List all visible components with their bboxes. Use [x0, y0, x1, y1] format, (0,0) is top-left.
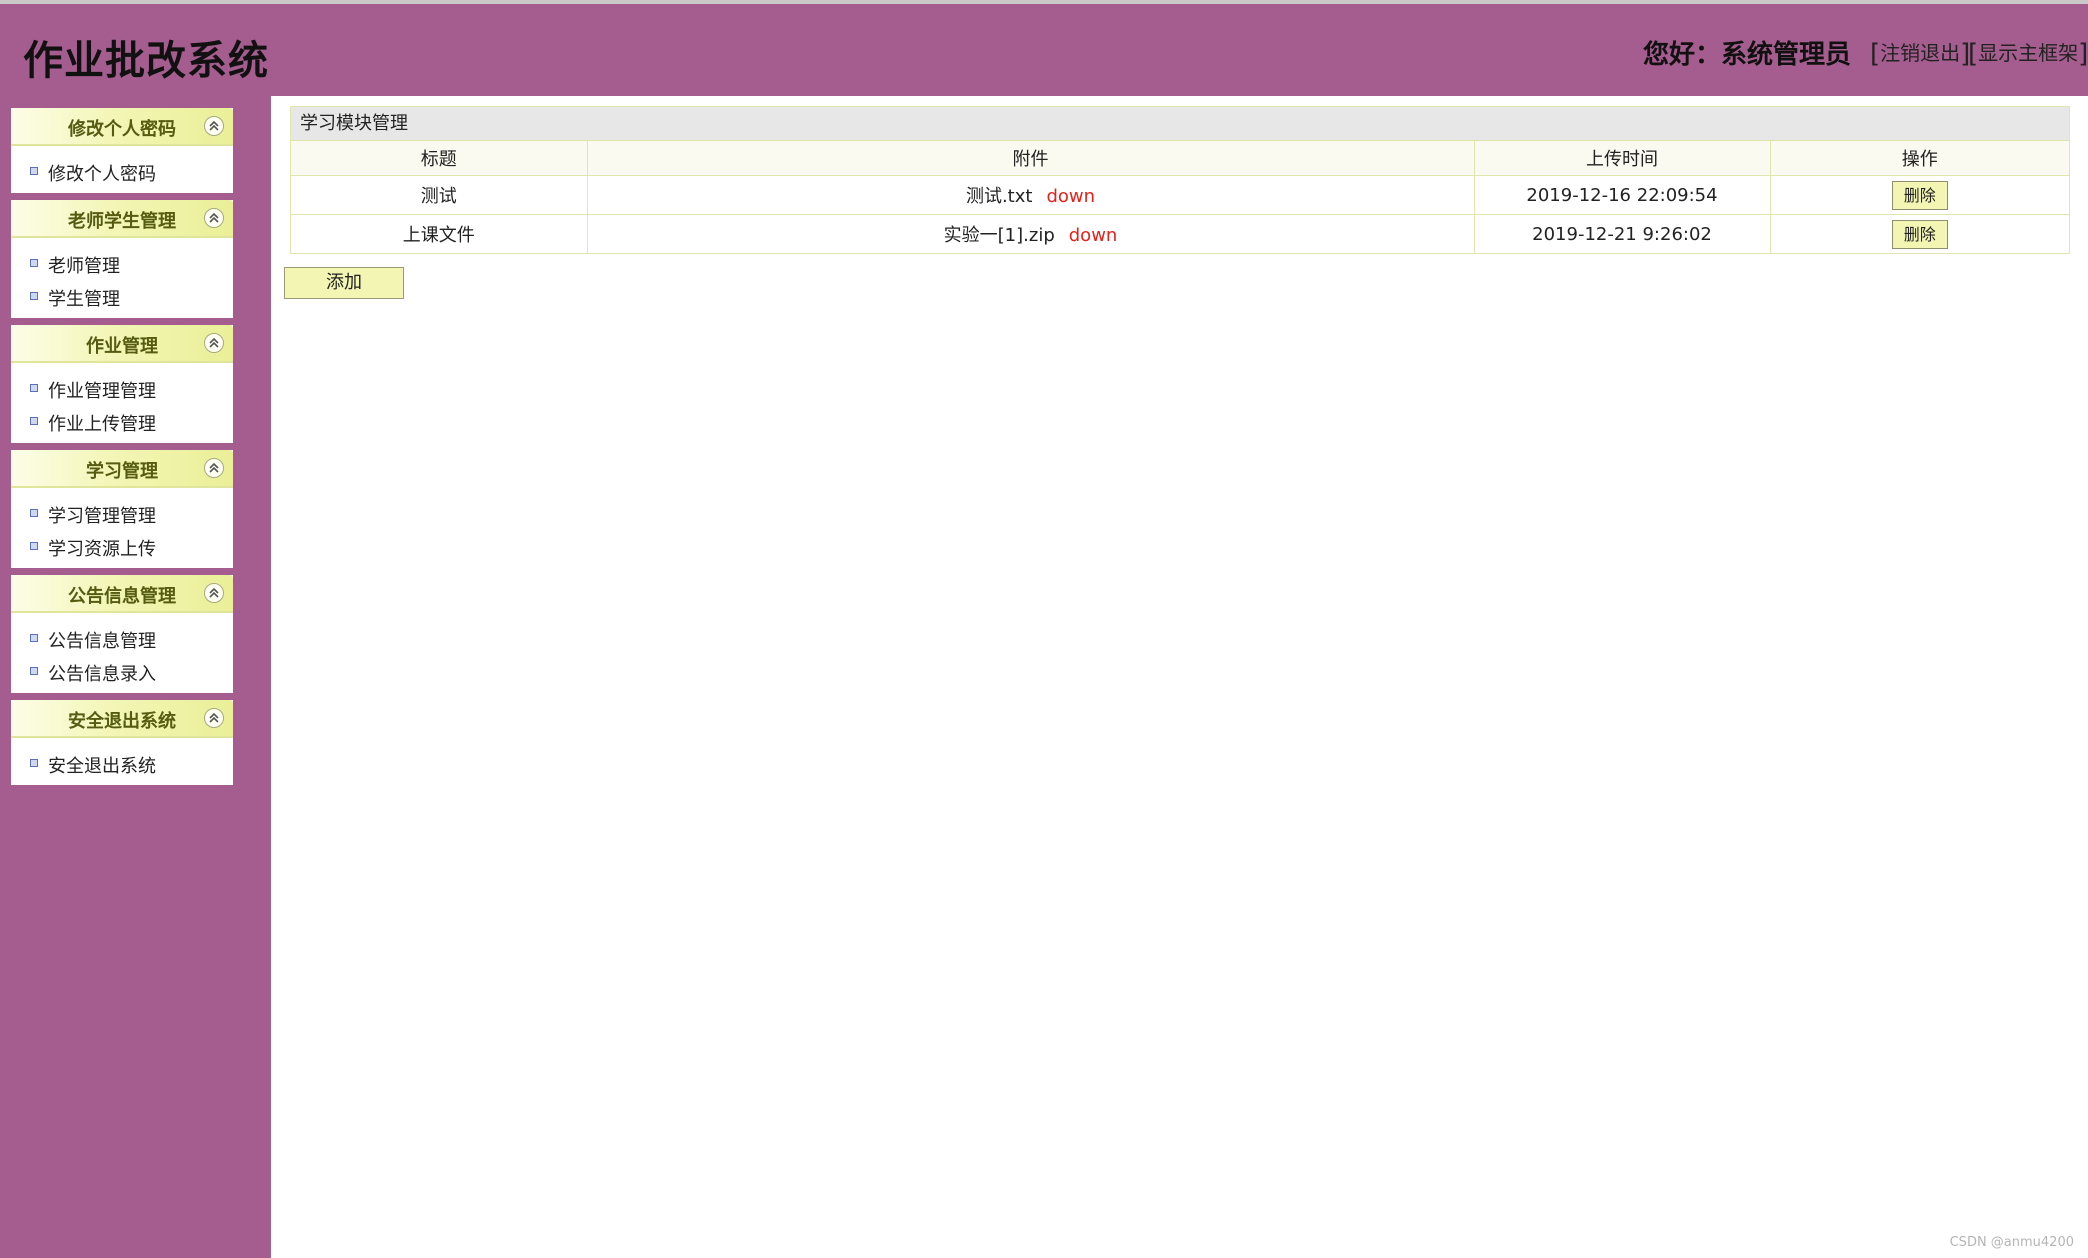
logout-link[interactable]: [注销退出] — [1870, 37, 1970, 69]
sidebar-item-label[interactable]: 学习资源上传 — [48, 535, 156, 561]
bullet-icon — [30, 667, 38, 675]
cell-attachment: 实验一[1].zip down — [587, 214, 1475, 253]
bullet-icon — [30, 167, 38, 175]
cell-action: 删除 — [1770, 175, 2069, 215]
sidebar-item-homework-manage[interactable]: 作业管理管理 — [11, 373, 233, 406]
sidebar-item-students[interactable]: 学生管理 — [11, 281, 233, 314]
table-header-row: 标题 附件 上传时间 操作 — [291, 141, 2069, 176]
delete-button[interactable]: 删除 — [1891, 180, 1948, 210]
menu-header-study[interactable]: 学习管理 — [11, 450, 233, 488]
download-link[interactable]: down — [1069, 225, 1118, 246]
logout-link-label[interactable]: 注销退出 — [1880, 41, 1960, 65]
sidebar-item-label[interactable]: 作业管理管理 — [48, 377, 156, 403]
sidebar-item-notice-manage[interactable]: 公告信息管理 — [11, 623, 233, 656]
cell-upload-time: 2019-12-16 22:09:54 — [1474, 175, 1771, 215]
collapse-icon[interactable] — [204, 583, 224, 603]
study-module-panel: 学习模块管理 标题 附件 上传时间 操作 测试 测试.txt down 2019-… — [290, 106, 2070, 254]
bullet-icon — [30, 509, 38, 517]
menu-group-teacher-student: 老师学生管理 老师管理 学生管理 — [11, 200, 233, 318]
cell-upload-time: 2019-12-21 9:26:02 — [1474, 214, 1771, 253]
sidebar-item-label[interactable]: 修改个人密码 — [48, 160, 156, 186]
bullet-icon — [30, 292, 38, 300]
menu-header-notice[interactable]: 公告信息管理 — [11, 575, 233, 613]
table-row: 上课文件 实验一[1].zip down 2019-12-21 9:26:02 删… — [291, 214, 2069, 254]
sidebar-item-study-upload[interactable]: 学习资源上传 — [11, 531, 233, 564]
menu-group-password: 修改个人密码 修改个人密码 — [11, 108, 233, 193]
menu-header-label: 作业管理 — [86, 336, 158, 357]
download-link[interactable]: down — [1046, 186, 1095, 207]
menu-header-homework[interactable]: 作业管理 — [11, 325, 233, 363]
menu-header-label: 修改个人密码 — [68, 119, 176, 140]
menu-header-password[interactable]: 修改个人密码 — [11, 108, 233, 146]
sidebar-item-label[interactable]: 作业上传管理 — [48, 410, 156, 436]
bullet-icon — [30, 634, 38, 642]
sidebar-item-label[interactable]: 学生管理 — [48, 285, 120, 311]
collapse-icon[interactable] — [204, 208, 224, 228]
sidebar-item-label[interactable]: 老师管理 — [48, 252, 120, 278]
menu-group-notice: 公告信息管理 公告信息管理 公告信息录入 — [11, 575, 233, 693]
cell-action: 删除 — [1770, 215, 2069, 254]
bullet-icon — [30, 542, 38, 550]
table-row: 测试 测试.txt down 2019-12-16 22:09:54 删除 — [291, 175, 2069, 215]
main-content: 学习模块管理 标题 附件 上传时间 操作 测试 测试.txt down 2019-… — [271, 96, 2088, 1258]
menu-header-label: 公告信息管理 — [68, 586, 176, 607]
show-main-frame-label[interactable]: 显示主框架 — [1978, 41, 2078, 65]
sidebar-item-homework-upload[interactable]: 作业上传管理 — [11, 406, 233, 439]
watermark: CSDN @anmu4200 — [1949, 1235, 2074, 1250]
menu-group-study: 学习管理 学习管理管理 学习资源上传 — [11, 450, 233, 568]
bullet-icon — [30, 759, 38, 767]
delete-button[interactable]: 删除 — [1891, 219, 1948, 249]
resource-table: 标题 附件 上传时间 操作 测试 测试.txt down 2019-12-16 2… — [291, 141, 2069, 253]
bullet-icon — [30, 417, 38, 425]
menu-group-homework: 作业管理 作业管理管理 作业上传管理 — [11, 325, 233, 443]
collapse-icon[interactable] — [204, 333, 224, 353]
menu-header-label: 学习管理 — [86, 461, 158, 482]
menu-header-label: 老师学生管理 — [68, 211, 176, 232]
menu-header-teacher-student[interactable]: 老师学生管理 — [11, 200, 233, 238]
greeting-text: 您好：系统管理员 — [1643, 40, 1852, 70]
collapse-icon[interactable] — [204, 458, 224, 478]
bullet-icon — [30, 259, 38, 267]
sidebar-item-notice-entry[interactable]: 公告信息录入 — [11, 656, 233, 689]
cell-title: 测试 — [291, 175, 588, 215]
app-title: 作业批改系统 — [23, 38, 269, 84]
column-header-title: 标题 — [291, 141, 588, 176]
collapse-icon[interactable] — [204, 116, 224, 136]
attachment-filename: 测试.txt — [965, 186, 1033, 207]
sidebar-item-label[interactable]: 安全退出系统 — [48, 752, 156, 778]
sidebar-item-change-password[interactable]: 修改个人密码 — [11, 156, 233, 189]
add-button[interactable]: 添加 — [284, 267, 404, 299]
sidebar-item-label[interactable]: 公告信息管理 — [48, 627, 156, 653]
sidebar-item-study-manage[interactable]: 学习管理管理 — [11, 498, 233, 531]
module-title: 学习模块管理 — [291, 107, 2069, 141]
show-main-frame-link[interactable]: [显示主框架] — [1968, 37, 2088, 69]
sidebar: 修改个人密码 修改个人密码 老师学生管理 老师管理 学生管理 作业管理 作业管理… — [11, 108, 233, 792]
bullet-icon — [30, 384, 38, 392]
sidebar-item-label[interactable]: 公告信息录入 — [48, 660, 156, 686]
sidebar-item-safe-logout[interactable]: 安全退出系统 — [11, 748, 233, 781]
menu-group-logout: 安全退出系统 安全退出系统 — [11, 700, 233, 785]
menu-header-logout[interactable]: 安全退出系统 — [11, 700, 233, 738]
sidebar-item-teachers[interactable]: 老师管理 — [11, 248, 233, 281]
menu-header-label: 安全退出系统 — [68, 711, 176, 732]
column-header-upload-time: 上传时间 — [1474, 141, 1771, 176]
cell-attachment: 测试.txt down — [587, 175, 1475, 215]
header-bar: 作业批改系统 您好：系统管理员 [注销退出] [显示主框架] — [0, 4, 2088, 94]
column-header-attachment: 附件 — [587, 141, 1475, 176]
collapse-icon[interactable] — [204, 708, 224, 728]
cell-title: 上课文件 — [291, 214, 588, 253]
attachment-filename: 实验一[1].zip — [943, 225, 1055, 246]
column-header-action: 操作 — [1770, 141, 2069, 176]
sidebar-item-label[interactable]: 学习管理管理 — [48, 502, 156, 528]
